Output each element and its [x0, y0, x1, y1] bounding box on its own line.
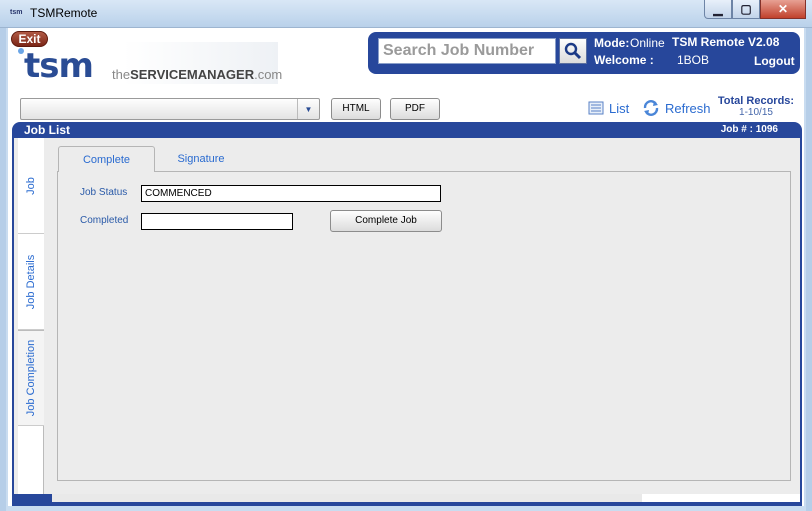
- job-status-label: Job Status: [80, 187, 128, 198]
- job-select-dropdown[interactable]: ▼: [20, 98, 320, 120]
- job-content-area: Job Job Details Job Completion Complete …: [12, 138, 802, 494]
- job-number: Job # : 1096: [720, 124, 778, 135]
- close-button[interactable]: ✕: [760, 0, 806, 19]
- logout-link[interactable]: Logout: [754, 54, 795, 68]
- complete-job-button[interactable]: Complete Job: [330, 210, 442, 232]
- completed-label: Completed: [80, 215, 129, 226]
- tab-signature[interactable]: Signature: [156, 146, 246, 172]
- side-tab-job-completion-label: Job Completion: [25, 339, 37, 417]
- logo-subtitle: theSERVICEMANAGER.com: [112, 67, 283, 82]
- horizontal-scrollbar[interactable]: [52, 494, 642, 502]
- job-list-title: Job List: [24, 123, 71, 137]
- side-tab-job[interactable]: Job: [18, 138, 44, 234]
- app-icon: tsm: [10, 9, 23, 16]
- bottom-frame: [12, 494, 802, 506]
- side-tab-job-details-label: Job Details: [25, 254, 38, 309]
- window-titlebar: tsm TSMRemote ▁ ▢ ✕: [0, 0, 812, 28]
- list-label: List: [609, 100, 630, 116]
- app-version: TSM Remote V2.08: [672, 35, 780, 49]
- pdf-button[interactable]: PDF: [390, 98, 440, 120]
- total-records-label: Total Records:: [717, 95, 795, 107]
- complete-tab-content: Job Status COMMENCED Completed Complete …: [57, 171, 791, 481]
- exit-button[interactable]: Exit: [11, 31, 48, 47]
- header-panel: Mode: Online TSM Remote V2.08 Welcome : …: [368, 32, 800, 74]
- maximize-button[interactable]: ▢: [732, 0, 760, 19]
- total-records-value: 1-10/15: [739, 107, 773, 118]
- refresh-icon: [643, 100, 659, 116]
- welcome-user: 1BOB: [677, 53, 710, 67]
- minimize-button[interactable]: ▁: [704, 0, 732, 19]
- completion-panel: Complete Signature Job Status COMMENCED …: [44, 138, 800, 494]
- tab-complete[interactable]: Complete: [58, 146, 155, 172]
- chevron-down-icon[interactable]: ▼: [297, 99, 319, 119]
- refresh-label: Refresh: [665, 100, 711, 116]
- logo-tsm-text: tsm: [24, 46, 94, 86]
- side-tab-strip: Job Job Details Job Completion: [18, 138, 44, 494]
- scrollbar-track-right: [642, 494, 800, 502]
- mode-label: Mode:: [594, 36, 630, 50]
- search-icon: [564, 42, 582, 60]
- total-records: Total Records: 1-10/15: [714, 95, 798, 118]
- welcome-label: Welcome :: [594, 53, 654, 67]
- job-status-field[interactable]: COMMENCED: [141, 185, 441, 202]
- mode-value: Online: [630, 36, 665, 50]
- side-tab-job-completion[interactable]: Job Completion: [18, 330, 44, 426]
- completed-field[interactable]: [141, 213, 293, 230]
- app-client-area: tsm theSERVICEMANAGER.com Exit Mode: Onl…: [8, 28, 804, 506]
- html-button[interactable]: HTML: [331, 98, 381, 120]
- list-button[interactable]: List: [588, 98, 629, 118]
- tsm-logo: tsm theSERVICEMANAGER.com: [18, 42, 282, 86]
- list-icon: [588, 101, 604, 115]
- search-input[interactable]: [378, 38, 556, 64]
- window-controls: ▁ ▢ ✕: [704, 0, 806, 20]
- job-list-header: Job List Job # : 1096: [12, 122, 802, 138]
- window-title: TSMRemote: [30, 6, 98, 20]
- side-tab-job-label: Job: [25, 176, 37, 195]
- refresh-button[interactable]: Refresh: [642, 98, 711, 118]
- search-button[interactable]: [559, 38, 587, 64]
- side-tab-job-details[interactable]: Job Details: [18, 234, 44, 330]
